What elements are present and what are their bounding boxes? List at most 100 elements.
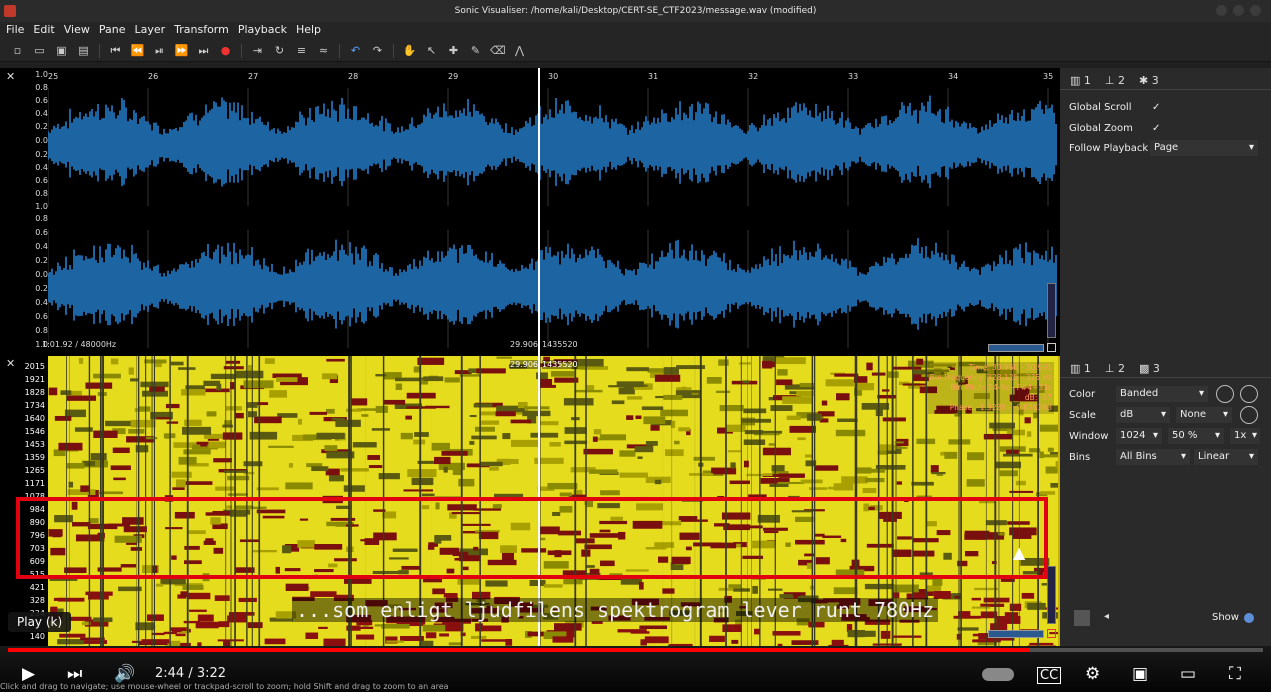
- layer-tabs: ▥ 1 ⊥ 2 ✱ 3: [1060, 68, 1271, 90]
- next-button-icon[interactable]: ⏭: [67, 664, 82, 684]
- vertical-zoom-thumbwheel[interactable]: [1047, 283, 1056, 338]
- spectrogram-cell: [599, 434, 627, 441]
- solo-icon[interactable]: ≡: [294, 44, 309, 57]
- oversample-select[interactable]: 1x ▾: [1230, 428, 1260, 444]
- color-rotation-dial[interactable]: [1240, 385, 1258, 403]
- menu-playback[interactable]: Playback: [238, 22, 287, 40]
- close-pane-icon[interactable]: ✕: [6, 70, 15, 83]
- menu-help[interactable]: Help: [296, 22, 321, 40]
- follow-playback-select[interactable]: Page ▾: [1150, 140, 1258, 156]
- window-overlap-select[interactable]: 50 % ▾: [1168, 428, 1224, 444]
- spectrogram-cell: [862, 487, 877, 494]
- spectrogram-cell: [715, 390, 731, 393]
- menu-view[interactable]: View: [64, 22, 90, 40]
- spectrogram-cell: [797, 437, 806, 441]
- spectrogram-cell: [592, 436, 598, 442]
- settings-gear-icon[interactable]: ⚙: [1085, 664, 1100, 684]
- spectrogram-cell: [495, 411, 516, 417]
- overview-zoom-slider[interactable]: [988, 630, 1044, 638]
- tab-1[interactable]: ▥ 1: [1070, 74, 1091, 89]
- navigate-icon[interactable]: ✋: [402, 44, 417, 57]
- scale-select[interactable]: dB ▾: [1116, 407, 1170, 423]
- minimize-icon[interactable]: [1216, 5, 1227, 16]
- global-scroll-checkbox[interactable]: ✓: [1152, 102, 1160, 113]
- save-icon[interactable]: ▣: [54, 44, 69, 57]
- menu-transform[interactable]: Transform: [174, 22, 229, 40]
- threshold-dial[interactable]: [1240, 406, 1258, 424]
- record-icon[interactable]: ●: [218, 44, 233, 57]
- spectrogram-cell: [411, 477, 434, 486]
- tab-3[interactable]: ▩ 3: [1139, 362, 1160, 377]
- open-icon[interactable]: ▭: [32, 44, 47, 57]
- show-toggle[interactable]: [1244, 613, 1254, 623]
- spectrogram-cell: [902, 383, 926, 386]
- close-icon[interactable]: [1250, 5, 1261, 16]
- color-select[interactable]: Banded ▾: [1116, 386, 1208, 402]
- spectrogram-cell: [66, 395, 97, 401]
- tab-label: 3: [1152, 362, 1160, 375]
- menu-edit[interactable]: Edit: [33, 22, 54, 40]
- rewind-icon[interactable]: ⏪: [130, 44, 145, 57]
- spectrogram-cell: [326, 358, 345, 362]
- maximize-icon[interactable]: [1233, 5, 1244, 16]
- move-icon[interactable]: ✚: [446, 44, 461, 57]
- measure-icon[interactable]: ⋀: [512, 44, 527, 57]
- tab-label: 2: [1117, 74, 1125, 87]
- undo-icon[interactable]: ↶: [348, 44, 363, 57]
- rewind-start-icon[interactable]: ⏮: [108, 44, 123, 58]
- spectrogram-cell: [93, 373, 121, 379]
- spectrogram-cell: [808, 621, 825, 628]
- tab-2[interactable]: ⊥ 2: [1105, 74, 1125, 89]
- spectrogram-cell: [655, 395, 665, 399]
- theater-mode-icon[interactable]: ▭: [1180, 664, 1196, 684]
- erase-icon[interactable]: ⌫: [490, 44, 506, 57]
- spectrogram-cell: [983, 597, 1010, 603]
- loop-icon[interactable]: ↻: [272, 44, 287, 57]
- save-as-icon[interactable]: ▤: [76, 44, 91, 57]
- overview-zoom-slider[interactable]: [988, 344, 1044, 352]
- fast-forward-icon[interactable]: ⏩: [174, 44, 189, 57]
- draw-icon[interactable]: ✎: [468, 44, 483, 57]
- menu-file[interactable]: File: [6, 22, 24, 40]
- close-pane-icon[interactable]: ✕: [6, 357, 15, 370]
- autoplay-toggle[interactable]: [982, 668, 1014, 681]
- spectrogram-cell: [110, 358, 119, 365]
- forward-end-icon[interactable]: ⏭: [196, 44, 211, 58]
- video-progress-bar[interactable]: [8, 648, 1263, 652]
- amp-tick: 0.4: [35, 242, 48, 251]
- normalize-select[interactable]: None ▾: [1176, 407, 1232, 423]
- spectrogram-cell: [644, 636, 669, 644]
- bins-select[interactable]: All Bins ▾: [1116, 449, 1190, 465]
- captions-icon[interactable]: CC: [1037, 667, 1062, 684]
- vertical-zoom-thumbwheel[interactable]: [1047, 566, 1056, 624]
- menu-pane[interactable]: Pane: [99, 22, 126, 40]
- select-icon[interactable]: ↖: [424, 44, 439, 57]
- tab-1[interactable]: ▥ 1: [1070, 362, 1091, 377]
- spectrogram-cell: [473, 403, 493, 408]
- fullscreen-icon[interactable]: ⛶: [1229, 664, 1241, 684]
- bin-scale-select[interactable]: Linear ▾: [1194, 449, 1258, 465]
- volume-icon[interactable]: 🔊: [114, 664, 135, 684]
- spectrogram-cell: [743, 439, 766, 445]
- spectrogram-cell: [971, 606, 991, 609]
- menu-layer[interactable]: Layer: [134, 22, 165, 40]
- spectrogram-cell: [983, 433, 1013, 440]
- waveform-pane[interactable]: ✕ 25 26 27 28 29 30 31 32 33 34 35 1.0 0…: [0, 68, 1060, 356]
- miniplayer-icon[interactable]: ▣: [1132, 664, 1148, 684]
- play-selection-icon[interactable]: ⇥: [250, 44, 265, 57]
- spectrogram-cell: [932, 578, 943, 586]
- play-icon[interactable]: ⏯: [152, 44, 167, 58]
- pane-toggle-icon[interactable]: [1047, 343, 1056, 352]
- tab-2[interactable]: ⊥ 2: [1105, 362, 1125, 377]
- play-layer-icon[interactable]: ◂: [1104, 611, 1109, 622]
- gain-dial[interactable]: [1216, 385, 1234, 403]
- speed-icon[interactable]: ≈: [316, 44, 331, 57]
- window-size-select[interactable]: 1024 ▾: [1116, 428, 1162, 444]
- tab-3[interactable]: ✱ 3: [1139, 74, 1159, 89]
- redo-icon[interactable]: ↷: [370, 44, 385, 57]
- new-icon[interactable]: ▫: [10, 44, 25, 57]
- play-button-icon[interactable]: ▶: [22, 664, 35, 684]
- spectrogram-cell: [443, 466, 448, 473]
- pane-toggle-icon[interactable]: [1047, 629, 1056, 638]
- global-zoom-checkbox[interactable]: ✓: [1152, 123, 1160, 134]
